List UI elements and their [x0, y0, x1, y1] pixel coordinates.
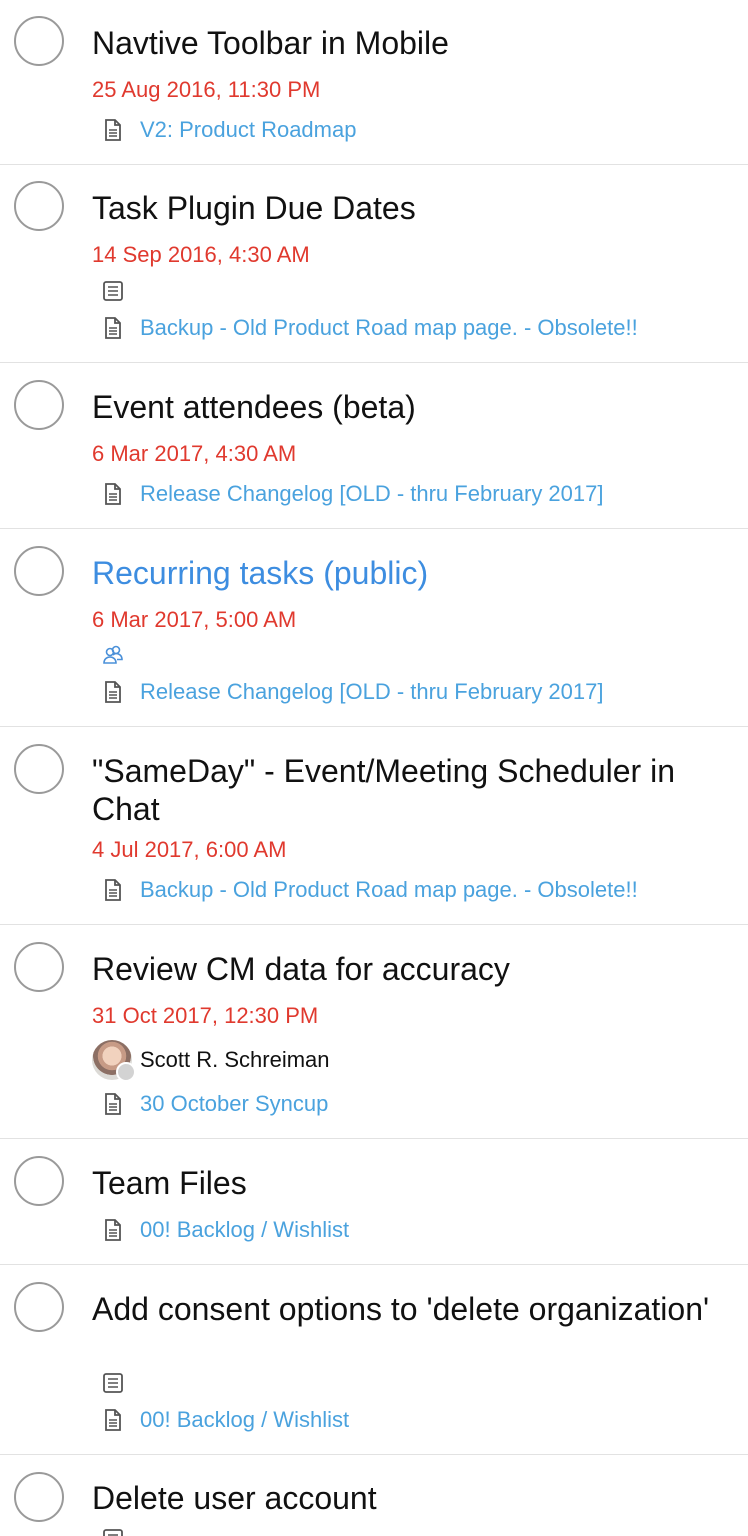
task-page-link[interactable]: Backup - Old Product Road map page. - Ob…: [102, 876, 638, 904]
task-due-date: 31 Oct 2017, 12:30 PM: [92, 1003, 319, 1028]
task-item: Event attendees (beta) 6 Mar 2017, 4:30 …: [0, 363, 748, 529]
task-page-link[interactable]: Release Changelog [OLD - thru February 2…: [102, 678, 603, 706]
task-due-date: 4 Jul 2017, 6:00 AM: [92, 837, 287, 862]
task-complete-checkbox[interactable]: [14, 1156, 64, 1206]
avatar: [92, 1040, 136, 1082]
task-complete-checkbox[interactable]: [14, 1282, 64, 1332]
assignee-name: Scott R. Schreiman: [140, 1047, 330, 1072]
task-due-date: 25 Aug 2016, 11:30 PM: [92, 77, 321, 102]
task-page-link[interactable]: 00! Backlog / Wishlist: [102, 1216, 349, 1244]
task-due-date: 6 Mar 2017, 5:00 AM: [92, 607, 297, 632]
task-title[interactable]: Task Plugin Due Dates: [92, 189, 732, 227]
task-title[interactable]: Event attendees (beta): [92, 388, 732, 426]
task-complete-checkbox[interactable]: [14, 380, 64, 430]
task-item: Recurring tasks (public) 6 Mar 2017, 5:0…: [0, 529, 748, 727]
task-assignee[interactable]: Scott R. Schreiman: [92, 1040, 330, 1082]
task-item: "SameDay" - Event/Meeting Scheduler in C…: [0, 727, 748, 925]
presence-indicator: [116, 1062, 136, 1082]
task-page-link[interactable]: 00! Backlog / Wishlist: [102, 1406, 349, 1434]
task-page-link-text[interactable]: 30 October Syncup: [140, 1090, 328, 1118]
task-page-link-text[interactable]: Backup - Old Product Road map page. - Ob…: [140, 876, 638, 904]
task-page-link[interactable]: Backup - Old Product Road map page. - Ob…: [102, 314, 638, 342]
task-page-link[interactable]: Release Changelog [OLD - thru February 2…: [102, 480, 603, 508]
task-item: Navtive Toolbar in Mobile 25 Aug 2016, 1…: [0, 0, 748, 165]
task-title[interactable]: Recurring tasks (public): [92, 554, 732, 592]
description-icon: [103, 281, 123, 301]
task-page-link-text[interactable]: 00! Backlog / Wishlist: [140, 1216, 349, 1244]
document-icon: [105, 681, 121, 703]
document-icon: [105, 1409, 121, 1431]
description-icon: [103, 1529, 123, 1536]
task-due-date: 14 Sep 2016, 4:30 AM: [92, 242, 310, 267]
task-item: Team Files 00! Backlog / Wishlist: [0, 1139, 748, 1265]
task-page-link-text[interactable]: V2: Product Roadmap: [140, 116, 356, 144]
task-page-link-text[interactable]: Release Changelog [OLD - thru February 2…: [140, 678, 603, 706]
public-users-icon: [103, 645, 123, 664]
task-complete-checkbox[interactable]: [14, 744, 64, 794]
task-complete-checkbox[interactable]: [14, 1472, 64, 1522]
task-title[interactable]: Delete user account: [92, 1479, 732, 1517]
task-title[interactable]: "SameDay" - Event/Meeting Scheduler in C…: [92, 752, 732, 828]
document-icon: [105, 119, 121, 141]
task-complete-checkbox[interactable]: [14, 546, 64, 596]
task-title[interactable]: Review CM data for accuracy: [92, 950, 732, 988]
task-complete-checkbox[interactable]: [14, 942, 64, 992]
document-icon: [105, 879, 121, 901]
task-complete-checkbox[interactable]: [14, 16, 64, 66]
task-page-link[interactable]: V2: Product Roadmap: [102, 116, 356, 144]
task-item: Task Plugin Due Dates 14 Sep 2016, 4:30 …: [0, 165, 748, 363]
document-icon: [105, 317, 121, 339]
task-page-link-text[interactable]: Release Changelog [OLD - thru February 2…: [140, 480, 603, 508]
task-item: Add consent options to 'delete organizat…: [0, 1265, 748, 1455]
task-title[interactable]: Team Files: [92, 1164, 732, 1202]
task-complete-checkbox[interactable]: [14, 181, 64, 231]
document-icon: [105, 1093, 121, 1115]
document-icon: [105, 1219, 121, 1241]
task-page-link-text[interactable]: 00! Backlog / Wishlist: [140, 1406, 349, 1434]
task-title[interactable]: Navtive Toolbar in Mobile: [92, 24, 732, 62]
description-icon: [103, 1373, 123, 1393]
task-item: Review CM data for accuracy 31 Oct 2017,…: [0, 925, 748, 1139]
document-icon: [105, 483, 121, 505]
task-item: Delete user account: [0, 1455, 748, 1536]
task-page-link[interactable]: 30 October Syncup: [102, 1090, 328, 1118]
task-page-link-text[interactable]: Backup - Old Product Road map page. - Ob…: [140, 314, 638, 342]
task-title[interactable]: Add consent options to 'delete organizat…: [92, 1290, 732, 1328]
task-due-date: 6 Mar 2017, 4:30 AM: [92, 441, 297, 466]
